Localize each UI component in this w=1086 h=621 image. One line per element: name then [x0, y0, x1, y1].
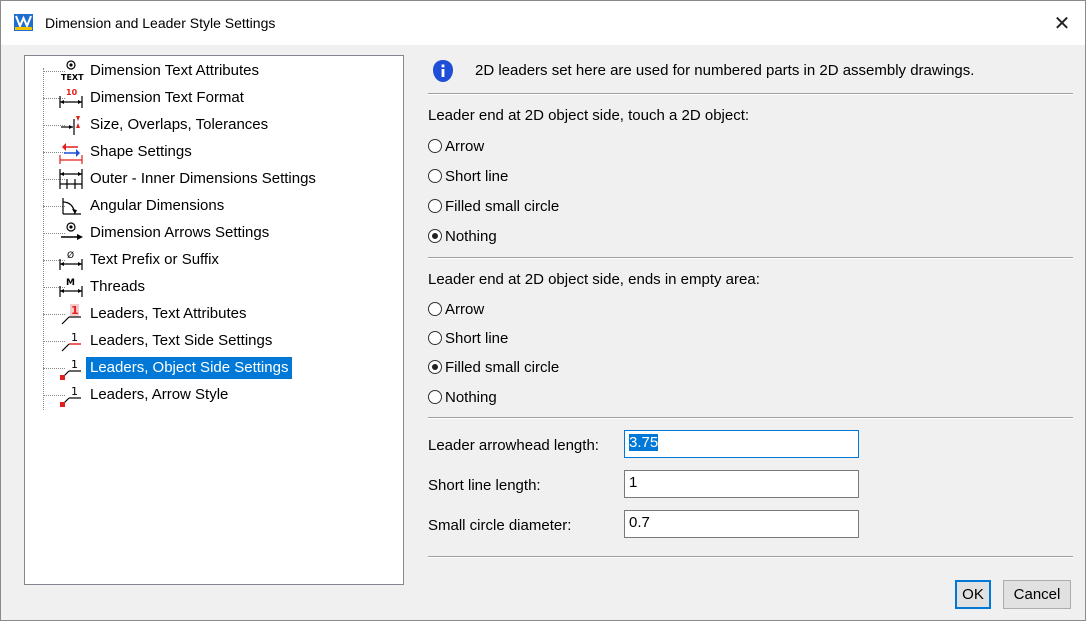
radio-circle — [428, 199, 442, 213]
tree-item-label: Threads — [90, 278, 146, 295]
svg-text:M: M — [66, 278, 75, 288]
tree-item-leaders-arrow-style[interactable]: 1 Leaders, Arrow Style — [25, 382, 403, 408]
text-prefix-suffix-icon: Ø — [59, 250, 83, 270]
svg-text:1: 1 — [71, 304, 79, 317]
arrowhead-length-input[interactable]: 3.75 — [624, 430, 859, 458]
settings-tree[interactable]: TEXT Dimension Text Attributes 10 Dimens… — [24, 55, 404, 585]
radio-touch-arrow[interactable]: Arrow — [428, 136, 484, 156]
svg-text:TEXT: TEXT — [61, 73, 84, 82]
app-logo-icon — [14, 14, 33, 31]
radio-circle — [428, 169, 442, 183]
radio-empty-arrow[interactable]: Arrow — [428, 299, 484, 319]
angular-dimensions-icon — [62, 198, 81, 215]
tree-item-size-overlaps-tolerances[interactable]: Size, Overlaps, Tolerances — [25, 112, 403, 138]
tree-item-dimension-text-format[interactable]: 10 Dimension Text Format — [25, 85, 403, 111]
leaders-text-attributes-icon: 1 — [61, 304, 81, 325]
short-line-length-label: Short line length: — [428, 477, 541, 494]
radio-empty-filled-circle[interactable]: Filled small circle — [428, 357, 559, 377]
ok-button[interactable]: OK — [955, 580, 991, 609]
tree-item-label: Angular Dimensions — [90, 197, 225, 214]
window-title: Dimension and Leader Style Settings — [45, 15, 276, 31]
tolerances-icon — [61, 116, 80, 135]
separator — [428, 257, 1073, 259]
svg-text:1: 1 — [71, 358, 78, 371]
cancel-button[interactable]: Cancel — [1003, 580, 1071, 609]
dialog-window: Dimension and Leader Style Settings ✕ TE… — [0, 0, 1086, 621]
circle-diameter-input[interactable]: 0.7 — [624, 510, 859, 538]
tree-item-label: Text Prefix or Suffix — [90, 251, 219, 268]
tree-item-label: Shape Settings — [90, 143, 192, 160]
arrowhead-length-label: Leader arrowhead length: — [428, 437, 599, 454]
circle-diameter-label: Small circle diameter: — [428, 517, 572, 534]
separator — [428, 93, 1073, 95]
radio-circle-selected — [428, 360, 442, 374]
tree-item-label: Size, Overlaps, Tolerances — [90, 116, 269, 133]
tree-item-label: Outer - Inner Dimensions Settings — [90, 170, 316, 187]
tree-item-label: Leaders, Text Side Settings — [90, 332, 273, 349]
group1-label: Leader end at 2D object side, touch a 2D… — [428, 107, 750, 124]
tree-item-angular-dimensions[interactable]: Angular Dimensions — [25, 193, 403, 219]
radio-circle-selected — [428, 229, 442, 243]
radio-empty-short-line[interactable]: Short line — [428, 328, 508, 348]
leaders-text-side-icon: 1 — [61, 331, 81, 352]
dimension-arrows-icon — [61, 222, 83, 240]
tree-item-dimension-arrows[interactable]: Dimension Arrows Settings — [25, 220, 403, 246]
separator — [428, 417, 1073, 419]
tree-item-outer-inner-dimensions[interactable]: Outer - Inner Dimensions Settings — [25, 166, 403, 192]
tree-item-label: Dimension Text Attributes — [90, 62, 259, 79]
tree-item-label: Dimension Arrows Settings — [90, 224, 270, 241]
tree-item-shape-settings[interactable]: Shape Settings — [25, 139, 403, 165]
svg-text:1: 1 — [71, 331, 78, 344]
outer-inner-dimensions-icon — [59, 169, 83, 189]
tree-item-label: Leaders, Object Side Settings — [86, 357, 293, 379]
dimension-text-format-icon: 10 — [59, 88, 83, 108]
radio-touch-short-line[interactable]: Short line — [428, 166, 508, 186]
info-icon — [433, 60, 453, 82]
tree-item-leaders-object-side[interactable]: 1 Leaders, Object Side Settings — [25, 355, 403, 381]
leaders-object-side-icon: 1 — [60, 358, 81, 380]
radio-circle — [428, 302, 442, 316]
threads-icon: M — [59, 278, 83, 297]
info-message: 2D leaders set here are used for numbere… — [475, 62, 975, 79]
separator — [428, 556, 1073, 558]
tree-item-leaders-text-side[interactable]: 1 Leaders, Text Side Settings — [25, 328, 403, 354]
radio-touch-nothing[interactable]: Nothing — [428, 226, 497, 246]
radio-circle — [428, 390, 442, 404]
short-line-length-input[interactable]: 1 — [624, 470, 859, 498]
tree-item-label: Leaders, Arrow Style — [90, 386, 229, 403]
svg-text:10: 10 — [66, 88, 78, 97]
radio-empty-nothing[interactable]: Nothing — [428, 387, 497, 407]
tree-item-threads[interactable]: M Threads — [25, 274, 403, 300]
svg-text:Ø: Ø — [67, 250, 74, 261]
title-bar: Dimension and Leader Style Settings ✕ — [1, 1, 1085, 45]
radio-circle — [428, 139, 442, 153]
group2-label: Leader end at 2D object side, ends in em… — [428, 271, 760, 288]
selected-text: 3.75 — [629, 434, 659, 451]
leaders-arrow-style-icon: 1 — [60, 385, 81, 407]
tree-item-text-prefix-suffix[interactable]: Ø Text Prefix or Suffix — [25, 247, 403, 273]
radio-circle — [428, 331, 442, 345]
tree-item-label: Dimension Text Format — [90, 89, 244, 106]
radio-touch-filled-circle[interactable]: Filled small circle — [428, 196, 559, 216]
svg-text:1: 1 — [71, 385, 78, 398]
dimension-text-attributes-icon: TEXT — [61, 60, 84, 82]
close-icon[interactable]: ✕ — [1039, 1, 1085, 45]
tree-item-label: Leaders, Text Attributes — [90, 305, 247, 322]
tree-item-dimension-text-attributes[interactable]: TEXT Dimension Text Attributes — [25, 58, 403, 84]
tree-item-leaders-text-attributes[interactable]: 1 Leaders, Text Attributes — [25, 301, 403, 327]
shape-settings-icon — [59, 143, 83, 164]
